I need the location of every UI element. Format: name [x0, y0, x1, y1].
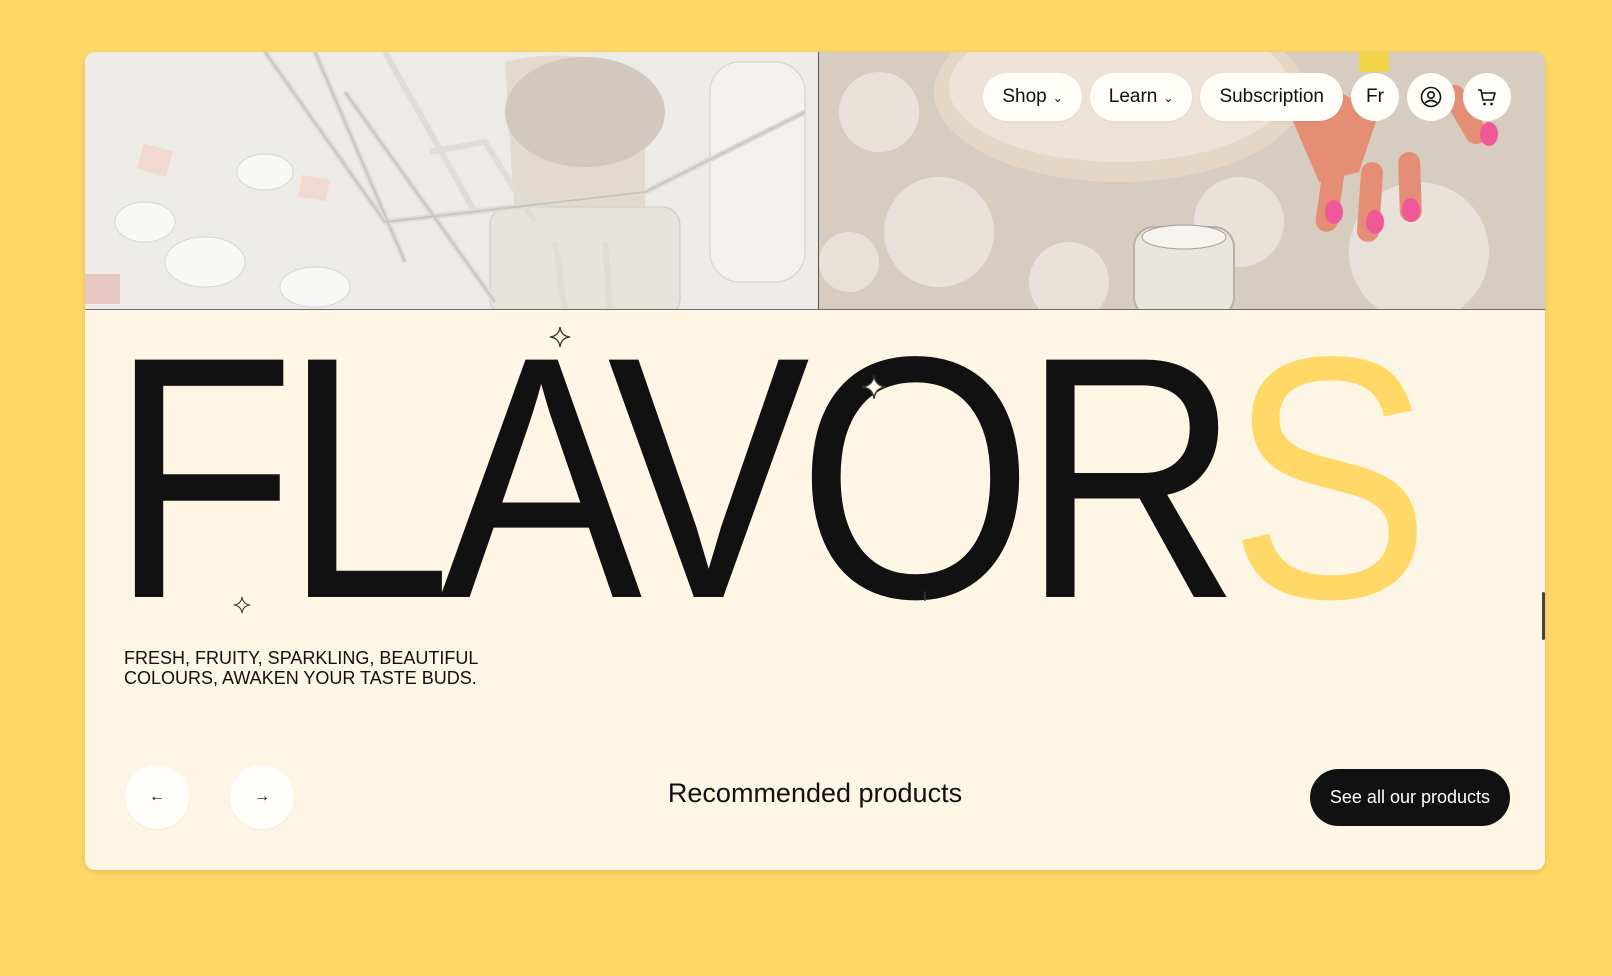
nav-learn[interactable]: Learn ⌄	[1089, 73, 1193, 121]
nav-subscription[interactable]: Subscription	[1200, 73, 1343, 121]
scrollbar-thumb[interactable]	[1542, 592, 1545, 640]
top-nav: Shop ⌄ Learn ⌄ Subscription Fr	[983, 73, 1511, 121]
tagline-line-1: FRESH, FRUITY, SPARKLING, BEAUTIFUL	[124, 648, 479, 668]
hero-card: Shop ⌄ Learn ⌄ Subscription Fr FLAVORS I…	[85, 52, 1545, 870]
chevron-down-icon: ⌄	[1052, 91, 1063, 105]
nav-learn-label: Learn	[1108, 86, 1158, 107]
hero-tagline: FRESH, FRUITY, SPARKLING, BEAUTIFUL COLO…	[124, 648, 524, 688]
tagline-line-2: COLOURS, AWAKEN YOUR TASTE BUDS.	[124, 668, 477, 688]
see-all-products-button[interactable]: See all our products	[1309, 769, 1510, 826]
sparkle-icon	[862, 375, 886, 399]
dish-rack-image	[85, 52, 819, 309]
language-toggle[interactable]: Fr	[1351, 73, 1399, 121]
language-label: Fr	[1366, 86, 1384, 107]
see-all-products-label: See all our products	[1329, 787, 1490, 807]
nav-subscription-label: Subscription	[1219, 86, 1324, 107]
text-cursor-icon: I	[923, 588, 927, 604]
headline-accent: S	[1228, 286, 1431, 671]
hero-headline: FLAVORS	[110, 306, 1431, 651]
nav-shop-label: Shop	[1002, 86, 1047, 107]
cart-icon	[1478, 89, 1496, 106]
user-circle-icon	[1420, 86, 1442, 108]
nav-shop[interactable]: Shop ⌄	[983, 73, 1082, 121]
account-button[interactable]	[1407, 73, 1455, 121]
sparkle-icon	[233, 596, 251, 614]
sparkle-icon	[549, 326, 571, 348]
headline-main: FLAVOR	[110, 286, 1241, 671]
chevron-down-icon: ⌄	[1163, 91, 1174, 105]
cart-button[interactable]	[1463, 73, 1511, 121]
